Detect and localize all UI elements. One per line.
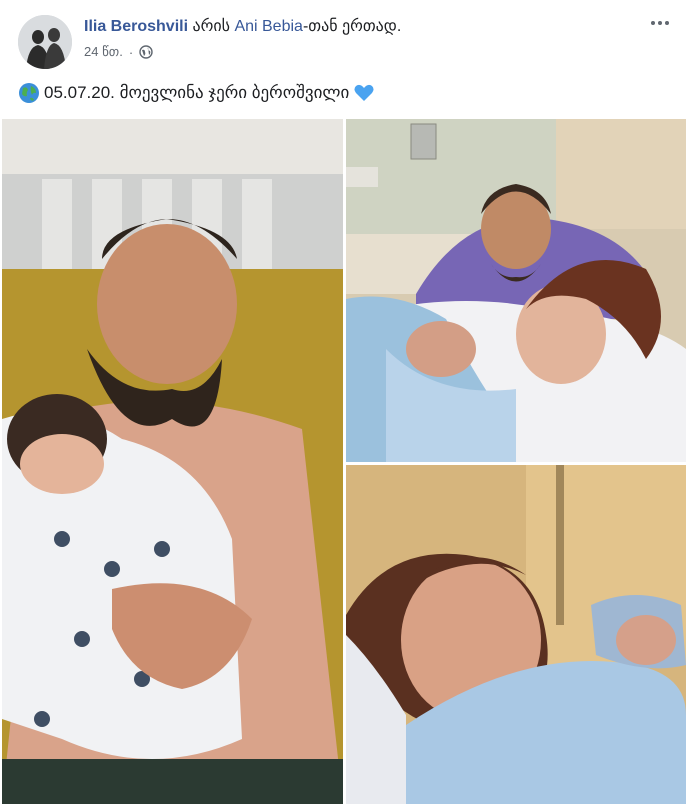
photo-mother-smiling[interactable] (346, 465, 686, 804)
more-options-icon (651, 21, 655, 25)
caption-text: 05.07.20. მოევლინა ჯერი ბეროშვილი (44, 83, 350, 102)
photo-parents-with-newborn[interactable] (346, 119, 686, 462)
more-options-button[interactable] (648, 14, 672, 32)
globe-icon[interactable] (139, 45, 153, 59)
tagged-user-link[interactable]: Ani Bebia (234, 18, 303, 35)
photo-image (2, 119, 343, 804)
meta-separator: · (128, 44, 134, 60)
author-name-link[interactable]: Ilia Beroshvili (84, 18, 188, 35)
action-suffix: -თან ერთად. (302, 18, 402, 35)
photo-image (346, 119, 686, 462)
earth-emoji-icon (19, 83, 39, 103)
action-text: არის (188, 18, 235, 35)
photo-father-with-baby[interactable] (2, 119, 343, 804)
post-caption: 05.07.20. მოევლინა ჯერი ბეროშვილი (18, 82, 375, 104)
post-author-line: Ilia Beroshvili არის Ani Bebia-თან ერთად… (84, 16, 401, 36)
post-meta: 24 წთ. · (84, 44, 153, 60)
author-avatar[interactable] (18, 15, 72, 69)
post-header: Ilia Beroshvili არის Ani Bebia-თან ერთად… (0, 0, 686, 70)
facebook-post: Ilia Beroshvili არის Ani Bebia-თან ერთად… (0, 0, 686, 804)
avatar-image (18, 15, 72, 69)
photo-image (346, 465, 686, 804)
blue-heart-icon (354, 84, 374, 101)
post-time-link[interactable]: 24 წთ. (84, 44, 123, 60)
